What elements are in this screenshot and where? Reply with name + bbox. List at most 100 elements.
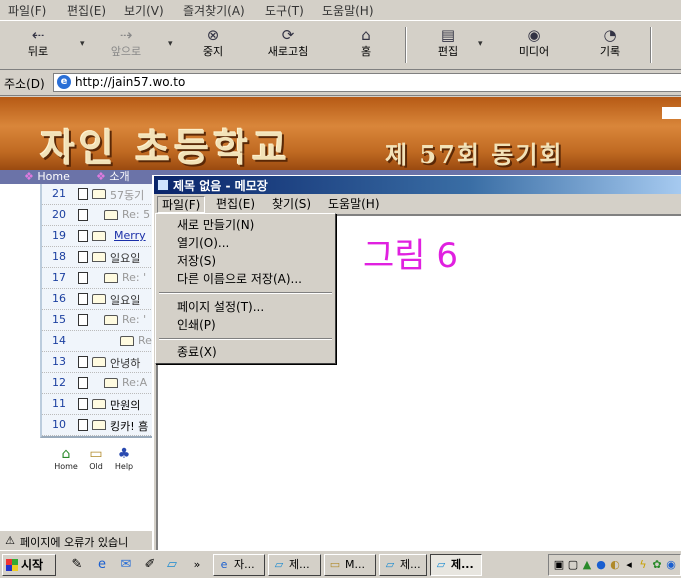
list-item[interactable]: 19 Merry xyxy=(42,226,155,247)
document-icon xyxy=(78,230,88,242)
warning-icon[interactable]: ⚠ xyxy=(3,534,17,547)
document-icon xyxy=(78,377,88,389)
notepad-icon xyxy=(157,179,169,191)
quicklaunch-notepad-icon[interactable]: ▱ xyxy=(163,556,181,574)
quicklaunch-outlook-icon[interactable]: ✉ xyxy=(117,556,135,574)
start-button[interactable]: 시작 xyxy=(2,554,56,576)
status-text: 페이지에 오류가 있습니 xyxy=(20,536,129,549)
menu-tools[interactable]: 도구(T) xyxy=(265,2,304,19)
system-tray: ▣ ▢ ▲ ● ◐ ◂ ϟ ✿ ◉ xyxy=(548,554,681,576)
messenger-icon[interactable]: ✿ xyxy=(650,558,664,572)
address-input[interactable]: e http://jain57.wo.to xyxy=(53,73,681,92)
media-button[interactable]: ◉ 미디어 xyxy=(504,25,564,65)
menu-file[interactable]: 파일(F) xyxy=(8,2,46,19)
refresh-button[interactable]: ⟳ 새로고침 xyxy=(258,25,318,65)
document-icon xyxy=(78,293,88,305)
menu-item-new[interactable]: 새로 만들기(N) xyxy=(158,216,333,234)
quicklaunch-ie-icon[interactable]: e xyxy=(93,556,111,574)
quicklaunch-tool-icon[interactable]: ✐ xyxy=(141,556,159,574)
browser-toolbar: ⇠ 뒤로 ▾ ⇢ 앞으로 ▾ ⊗ 중지 ⟳ 새로고침 ⌂ 홈 ▤ 편집 ▾ ◉ … xyxy=(0,20,681,70)
list-item[interactable]: 15 Re: ' xyxy=(42,310,155,331)
list-item[interactable]: 18 일요일 xyxy=(42,247,155,268)
menu-item-page-setup[interactable]: 페이지 설정(T)... xyxy=(158,298,333,316)
folder-icon xyxy=(104,273,118,283)
media-icon: ◉ xyxy=(527,26,541,44)
network-icon[interactable]: ▣ xyxy=(552,558,566,572)
home-icon: ⌂ xyxy=(361,26,371,44)
house-icon: ⌂ xyxy=(61,446,71,462)
list-item[interactable]: 17 Re: ' xyxy=(42,268,155,289)
board-area: 21 57동기 20 Re: 5 19 Merry 18 일요일 17 Re: … xyxy=(0,184,155,530)
menu-favorites[interactable]: 즐겨찾기(A) xyxy=(183,2,245,19)
menu-item-print[interactable]: 인쇄(P) xyxy=(158,316,333,334)
board-old-link[interactable]: ▭ Old xyxy=(82,446,110,472)
menu-item-exit[interactable]: 종료(X) xyxy=(158,343,333,361)
np-menu-search[interactable]: 찾기(S) xyxy=(268,196,315,213)
list-item[interactable]: 12 Re:A xyxy=(42,373,155,394)
lightning-icon[interactable]: ϟ xyxy=(636,558,650,572)
stop-icon: ⊗ xyxy=(206,26,220,44)
folder-icon xyxy=(92,420,106,430)
list-item[interactable]: 13 안녕하 xyxy=(42,352,155,373)
quicklaunch-chevron-icon[interactable]: » xyxy=(188,556,206,574)
folder-icon xyxy=(104,315,118,325)
quicklaunch-editor-icon[interactable]: ✎ xyxy=(68,556,86,574)
folder-icon xyxy=(104,378,118,388)
menu-help[interactable]: 도움말(H) xyxy=(322,2,374,19)
media-player-icon[interactable]: ◉ xyxy=(664,558,678,572)
task-button-folder[interactable]: ▭ M... xyxy=(324,554,376,576)
board-home-link[interactable]: ⌂ Home xyxy=(52,446,80,472)
folder-icon: ▭ xyxy=(89,446,103,462)
banner-corner-mark xyxy=(662,107,681,119)
menu-item-open[interactable]: 열기(O)... xyxy=(158,234,333,252)
menu-separator xyxy=(159,292,332,294)
np-menu-edit[interactable]: 편집(E) xyxy=(212,196,259,213)
forward-arrow-icon: ⇢ xyxy=(119,26,133,44)
nav-home[interactable]: ❖ Home xyxy=(24,170,70,184)
window-title: 제목 없음 - 메모장 xyxy=(173,179,268,193)
edit-button[interactable]: ▤ 편집 xyxy=(418,25,478,65)
stop-button[interactable]: ⊗ 중지 xyxy=(183,25,243,65)
board-nav-icons: ⌂ Home ▭ Old ♣ Help xyxy=(52,446,142,478)
forward-dropdown-icon[interactable]: ▾ xyxy=(168,39,173,49)
list-item[interactable]: 10 킹카! 흠 xyxy=(42,415,155,436)
address-label: 주소(D) xyxy=(4,77,45,91)
back-dropdown-icon[interactable]: ▾ xyxy=(80,39,85,49)
list-item[interactable]: 11 만원의 xyxy=(42,394,155,415)
menu-view[interactable]: 보기(V) xyxy=(124,2,164,19)
home-button[interactable]: ⌂ 홈 xyxy=(336,25,396,65)
file-menu-dropdown: 새로 만들기(N) 열기(O)... 저장(S) 다른 이름으로 저장(A)..… xyxy=(155,213,336,364)
task-button-notepad[interactable]: ▱ 제... xyxy=(268,554,321,576)
monitor-icon[interactable]: ▢ xyxy=(566,558,580,572)
folder-icon xyxy=(92,252,106,262)
toolbar-separator xyxy=(650,27,652,63)
np-menu-file[interactable]: 파일(F) xyxy=(157,196,206,213)
folder-icon: ▭ xyxy=(329,558,341,571)
task-button-notepad[interactable]: ▱ 제... xyxy=(379,554,427,576)
menu-edit[interactable]: 편집(E) xyxy=(67,2,106,19)
notepad-titlebar[interactable]: 제목 없음 - 메모장 xyxy=(154,176,681,194)
folder-icon xyxy=(92,189,106,199)
forward-button[interactable]: ⇢ 앞으로 xyxy=(96,25,156,65)
nav-about[interactable]: ❖ 소개 xyxy=(96,170,130,184)
np-menu-help[interactable]: 도움말(H) xyxy=(324,196,384,213)
antivirus-icon[interactable]: ▲ xyxy=(580,558,594,572)
list-item[interactable]: 21 57동기 xyxy=(42,184,155,205)
edit-page-icon: ▤ xyxy=(440,26,456,44)
task-button-browser[interactable]: e 자... xyxy=(213,554,265,576)
list-item[interactable]: 16 일요일 xyxy=(42,289,155,310)
list-item[interactable]: 20 Re: 5 xyxy=(42,205,155,226)
info-icon[interactable]: ◐ xyxy=(608,558,622,572)
menu-item-save[interactable]: 저장(S) xyxy=(158,252,333,270)
task-button-notepad-active[interactable]: ▱ 제... xyxy=(430,554,482,576)
volume-icon[interactable]: ◂ xyxy=(622,558,636,572)
edit-dropdown-icon[interactable]: ▾ xyxy=(478,39,483,49)
board-help-link[interactable]: ♣ Help xyxy=(110,446,138,472)
back-button[interactable]: ⇠ 뒤로 xyxy=(8,25,68,65)
update-icon[interactable]: ● xyxy=(594,558,608,572)
figure-label: 그림 6 xyxy=(363,236,458,276)
menu-item-save-as[interactable]: 다른 이름으로 저장(A)... xyxy=(158,270,333,288)
history-button[interactable]: ◔ 기록 xyxy=(580,25,640,65)
list-item[interactable]: 14 Re xyxy=(42,331,155,352)
toolbar-separator xyxy=(405,27,407,63)
